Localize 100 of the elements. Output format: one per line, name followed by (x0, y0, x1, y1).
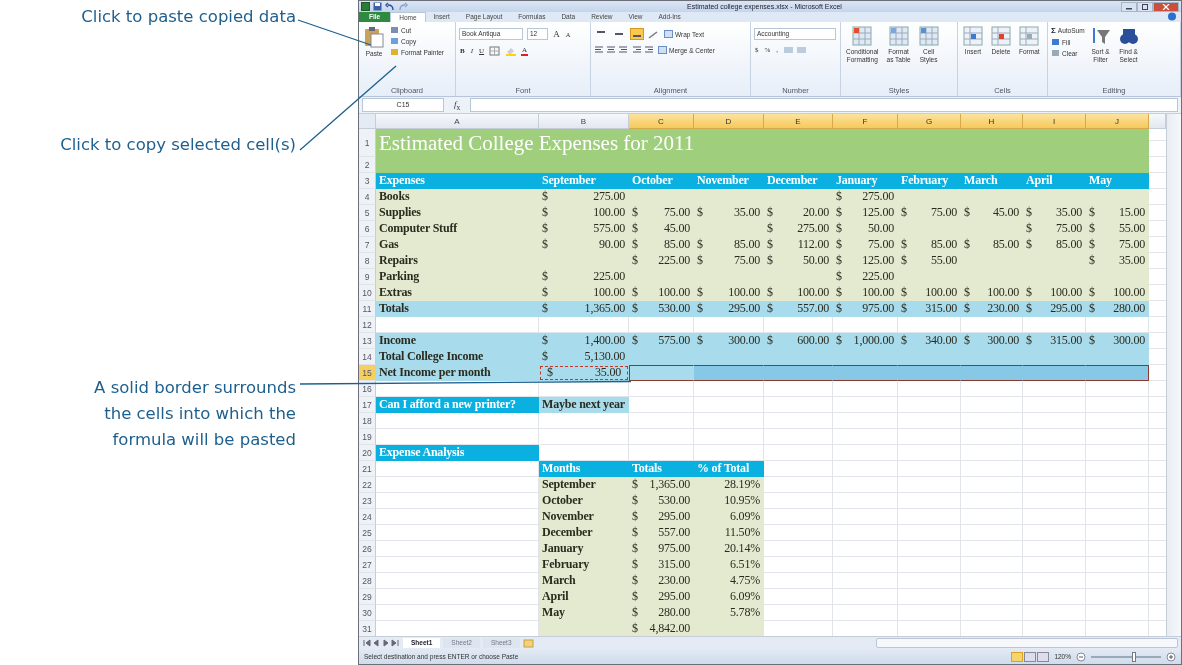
sheet-nav-icons[interactable] (362, 639, 400, 647)
table-cell-text: $ 100.00 (766, 285, 830, 301)
table-cell-text: April (541, 589, 570, 605)
table-cell-text: Parking (378, 269, 420, 285)
help-icon[interactable] (1167, 12, 1177, 21)
row-header[interactable]: 12 (359, 317, 376, 333)
table-cell-text: $ 125.00 (835, 205, 895, 221)
close-icon[interactable] (1162, 3, 1170, 10)
row-header[interactable]: 3 (359, 173, 376, 189)
table-cell: Can I afford a new printer? (376, 397, 539, 413)
row-header[interactable]: 27 (359, 557, 376, 573)
row-header[interactable]: 31 (359, 621, 376, 636)
column-header[interactable]: D (694, 114, 764, 129)
column-header[interactable]: C (629, 114, 694, 129)
table-cell-text: April (1025, 173, 1054, 189)
table-cell-text: Books (378, 189, 411, 205)
table-cell-text: $ 315.00 (900, 301, 958, 317)
table-cell-text: $ 100.00 (835, 285, 895, 301)
horizontal-scrollbar[interactable] (876, 638, 1178, 648)
table-cell-text: $ 295.00 (631, 589, 691, 605)
table-cell-text: November (696, 173, 750, 189)
table-cell-text: Totals (378, 301, 410, 317)
row-header[interactable]: 18 (359, 413, 376, 429)
column-header[interactable]: F (833, 114, 898, 129)
row-header[interactable]: 23 (359, 493, 376, 509)
table-cell-text: January (835, 173, 879, 189)
table-cell-text: $ 55.00 (1088, 221, 1146, 237)
row-header[interactable]: 1 (359, 129, 376, 157)
table-cell-text: $ 315.00 (1025, 333, 1083, 349)
table-cell-text: $ 100.00 (1025, 285, 1083, 301)
row-header[interactable]: 15 (359, 365, 376, 381)
table-cell-text: 6.09% (729, 509, 761, 525)
row-header[interactable]: 24 (359, 509, 376, 525)
row-header[interactable]: 13 (359, 333, 376, 349)
row-header[interactable]: 9 (359, 269, 376, 285)
table-cell-text: $ 275.00 (835, 189, 895, 205)
table-cell-text: November (541, 509, 595, 525)
grow-font-button[interactable]: A (552, 29, 561, 39)
zoom-out-icon[interactable] (1076, 651, 1086, 662)
row-header[interactable]: 2 (359, 157, 376, 173)
indent-icons[interactable] (632, 46, 654, 54)
column-header[interactable]: H (961, 114, 1023, 129)
table-cell-text: Gas (378, 237, 400, 253)
row-header[interactable]: 28 (359, 573, 376, 589)
table-cell-text: 11.50% (723, 525, 761, 541)
row-header[interactable]: 30 (359, 605, 376, 621)
row-header[interactable]: 14 (359, 349, 376, 365)
row-header[interactable]: 10 (359, 285, 376, 301)
table-cell: Expense Analysis (376, 445, 539, 461)
table-cell-text: $ 295.00 (1025, 301, 1083, 317)
row-header[interactable]: 4 (359, 189, 376, 205)
column-header[interactable]: G (898, 114, 961, 129)
row-header[interactable]: 21 (359, 461, 376, 477)
row-header[interactable]: 25 (359, 525, 376, 541)
wrap-icon (664, 30, 673, 38)
column-header[interactable]: J (1086, 114, 1149, 129)
table-cell-text: $ 225.00 (541, 269, 626, 285)
table-cell-text: $ 530.00 (631, 301, 691, 317)
table-cell-text: $ 230.00 (631, 573, 691, 589)
zoom-slider-thumb[interactable] (1132, 651, 1137, 662)
zoom-in-icon[interactable] (1166, 651, 1176, 662)
formula-input-field[interactable] (470, 98, 1178, 112)
row-header[interactable]: 7 (359, 237, 376, 253)
maximize-icon[interactable] (1141, 3, 1149, 10)
row-header[interactable]: 22 (359, 477, 376, 493)
row-header[interactable]: 29 (359, 589, 376, 605)
row-header[interactable]: 8 (359, 253, 376, 269)
table-cell-text: Income (378, 333, 417, 349)
row-header[interactable]: 6 (359, 221, 376, 237)
table-cell-text: $ 35.00 (1025, 205, 1083, 221)
orientation-icon[interactable] (648, 29, 660, 39)
table-cell-text: $ 35.00 (1088, 253, 1146, 269)
table-cell-text: 10.95% (723, 493, 761, 509)
table-cell-text: $ 100.00 (1088, 285, 1146, 301)
column-header[interactable]: I (1023, 114, 1086, 129)
row-header[interactable]: 26 (359, 541, 376, 557)
column-header[interactable]: A (376, 114, 539, 129)
fill-color-icon[interactable] (505, 46, 518, 56)
row-header[interactable]: 17 (359, 397, 376, 413)
table-cell-text: $ 75.00 (631, 205, 691, 221)
save-icon[interactable] (373, 2, 382, 11)
undo-icon[interactable] (385, 2, 395, 11)
column-header[interactable]: B (539, 114, 629, 129)
border-icon[interactable] (489, 46, 502, 56)
table-cell-text: $ 100.00 (963, 285, 1020, 301)
table-cell-text: Months (541, 461, 582, 477)
view-icons[interactable] (1011, 651, 1050, 662)
table-cell-text: December (541, 525, 594, 541)
table-cell-text: March (963, 173, 999, 189)
vertical-scrollbar[interactable] (1166, 114, 1181, 636)
table-cell-text: $ 4,842.00 (631, 621, 691, 636)
row-header[interactable]: 11 (359, 301, 376, 317)
table-cell-text: 4.75% (729, 573, 761, 589)
column-header[interactable]: E (764, 114, 833, 129)
text-align-icons[interactable] (594, 46, 628, 54)
row-header[interactable]: 20 (359, 445, 376, 461)
insert-function-button[interactable]: f$_{x}$ (450, 98, 465, 112)
row-header[interactable]: 5 (359, 205, 376, 221)
row-header[interactable]: 19 (359, 429, 376, 445)
vertical-align-button[interactable] (630, 28, 644, 40)
